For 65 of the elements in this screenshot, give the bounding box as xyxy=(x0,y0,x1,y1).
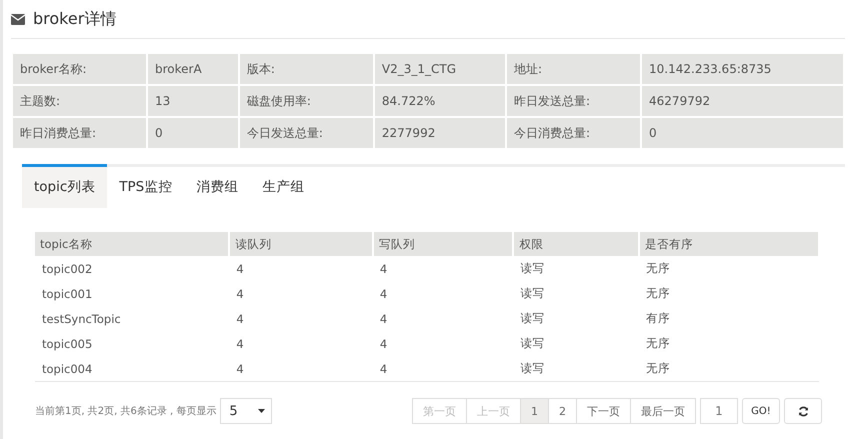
column-header: topic名称 xyxy=(35,232,230,256)
table-cell-text: 无序 xyxy=(644,285,671,302)
envelope-icon xyxy=(11,14,25,24)
page-size-select[interactable]: 5 xyxy=(220,398,272,424)
table-cell: 无序 xyxy=(638,256,819,281)
table-cell-text: 读写 xyxy=(519,335,546,352)
column-header: 读队列 xyxy=(229,232,373,256)
info-label: 今日消费总量: xyxy=(506,117,642,149)
info-value: brokerA xyxy=(146,53,239,85)
info-label: 版本: xyxy=(238,53,374,85)
column-header: 权限 xyxy=(513,232,639,256)
page-button[interactable]: 1 xyxy=(520,398,549,424)
column-header: 写队列 xyxy=(372,232,514,256)
table-cell-text: 4 xyxy=(235,336,245,352)
pager-nav-button[interactable]: 最后一页 xyxy=(630,398,696,424)
table-cell: topic002 xyxy=(35,256,230,281)
info-label: broker名称: xyxy=(12,53,147,85)
page-title: broker详情 xyxy=(33,8,116,30)
caret-icon xyxy=(258,409,266,413)
page-button[interactable]: 2 xyxy=(548,398,577,424)
info-label: 地址: xyxy=(506,53,642,85)
table-cell: 4 xyxy=(372,356,514,382)
info-value: 13 xyxy=(146,85,239,117)
table-cell-text: 读写 xyxy=(519,310,546,327)
table-cell-text: 4 xyxy=(235,286,245,302)
go-button[interactable]: GO! xyxy=(742,398,780,424)
page-input[interactable]: 1 xyxy=(700,398,738,424)
table-cell-text: 4 xyxy=(378,286,388,302)
info-value: V2_3_1_CTG xyxy=(374,53,506,85)
tab[interactable]: TPS监控 xyxy=(107,164,184,208)
table-cell-text: 无序 xyxy=(644,335,671,352)
info-label: 磁盘使用率: xyxy=(238,85,374,117)
tab[interactable]: 生产组 xyxy=(250,164,316,208)
info-value: 10.142.233.65:8735 xyxy=(641,53,844,85)
table-cell-text: 有序 xyxy=(644,310,671,327)
pager-nav-button[interactable]: 下一页 xyxy=(576,398,631,424)
table-cell: 4 xyxy=(229,256,373,281)
info-value: 84.722% xyxy=(374,85,506,117)
table-cell-text: 4 xyxy=(378,336,388,352)
table-cell: 读写 xyxy=(513,256,639,281)
tab[interactable]: topic列表 xyxy=(22,164,108,208)
table-cell: topic004 xyxy=(35,356,230,382)
info-label: 主题数: xyxy=(12,85,147,117)
table-cell-text: testSyncTopic xyxy=(41,310,122,328)
info-value: 46279792 xyxy=(641,85,844,117)
info-value: 0 xyxy=(146,117,239,149)
column-header: 是否有序 xyxy=(638,232,819,256)
info-label: 今日发送总量: xyxy=(238,117,374,149)
table-cell-text: 4 xyxy=(235,310,245,328)
info-value: 2277992 xyxy=(374,117,506,149)
table-cell: 4 xyxy=(229,356,373,382)
info-label: 昨日发送总量: xyxy=(506,85,642,117)
info-value: 0 xyxy=(641,117,844,149)
tab[interactable]: 消费组 xyxy=(184,164,250,208)
refresh-icon xyxy=(798,406,808,416)
info-label: 昨日消费总量: xyxy=(12,117,147,149)
table-cell: 读写 xyxy=(513,356,639,382)
pagination-summary: 当前第1页, 共2页, 共6条记录 , 每页显示 xyxy=(35,404,216,418)
table-cell-text: 4 xyxy=(378,310,388,328)
table-cell: 4 xyxy=(372,256,514,281)
table-cell-text: topic001 xyxy=(41,286,94,302)
table-cell: 无序 xyxy=(638,356,819,382)
refresh-button[interactable] xyxy=(784,398,822,424)
table-cell-text: topic005 xyxy=(41,336,94,352)
table-cell-text: 读写 xyxy=(519,285,546,302)
